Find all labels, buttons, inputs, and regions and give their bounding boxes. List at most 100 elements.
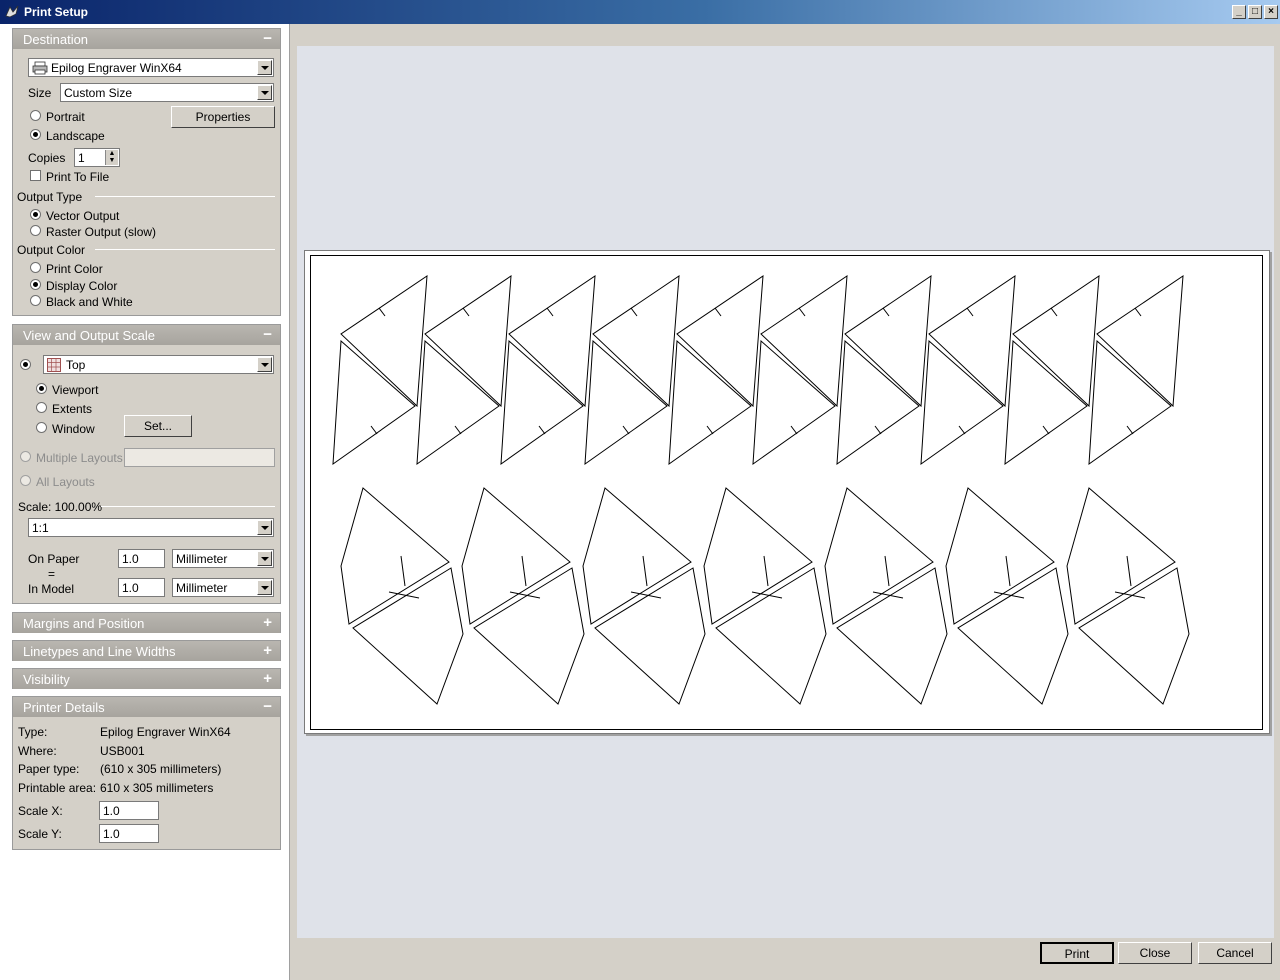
close-button[interactable]: Close	[1118, 942, 1192, 964]
display-color-label: Display Color	[46, 279, 118, 293]
print-color-radio[interactable]	[30, 262, 41, 273]
printer-value: Epilog Engraver WinX64	[51, 61, 182, 75]
spin-arrows-icon[interactable]: ▲ ▼	[105, 150, 118, 165]
all-layouts-radio[interactable]	[20, 475, 31, 486]
triangle-piece	[500, 339, 584, 466]
window-radio[interactable]	[36, 422, 47, 433]
on-paper-input[interactable]: 1.0	[118, 549, 165, 568]
collapse-icon[interactable]: −	[263, 30, 272, 47]
slot-mark	[1134, 307, 1142, 317]
multiple-layouts-label: Multiple Layouts	[36, 451, 123, 465]
destination-header[interactable]: Destination −	[13, 29, 280, 49]
on-paper-unit-select[interactable]: Millimeter	[172, 549, 274, 568]
slot-mark	[1050, 307, 1058, 317]
minimize-button[interactable]: _	[1232, 5, 1246, 19]
black-white-radio[interactable]	[30, 295, 41, 306]
margins-header[interactable]: Margins and Position +	[13, 613, 280, 633]
collapse-icon[interactable]: −	[263, 698, 272, 715]
cancel-button[interactable]: Cancel	[1198, 942, 1272, 964]
printer-details-header-label: Printer Details	[23, 700, 105, 715]
title-bar[interactable]: Print Setup _ □ ×	[0, 0, 1280, 24]
triangle-piece	[844, 275, 932, 408]
layouts-field[interactable]	[124, 448, 275, 467]
raster-output-radio[interactable]	[30, 225, 41, 236]
where-label: Where:	[18, 744, 57, 758]
view-select[interactable]: Top	[43, 355, 274, 374]
triangle-piece	[592, 275, 680, 408]
margins-header-label: Margins and Position	[23, 616, 145, 631]
in-model-input[interactable]: 1.0	[118, 578, 165, 597]
slot-mark	[370, 425, 378, 435]
properties-button[interactable]: Properties	[171, 106, 275, 128]
expand-icon[interactable]: +	[263, 642, 272, 659]
triangle-piece	[424, 275, 512, 408]
paper-type-value: (610 x 305 millimeters)	[100, 762, 222, 776]
close-window-button[interactable]: ×	[1264, 5, 1278, 19]
triangle-piece	[703, 487, 813, 625]
printer-select[interactable]: Epilog Engraver WinX64	[28, 58, 274, 77]
slot-mark	[378, 307, 386, 317]
triangle-piece	[340, 487, 450, 625]
in-model-value: 1.0	[122, 581, 139, 595]
visibility-section[interactable]: Visibility +	[12, 668, 281, 689]
print-button[interactable]: Print	[1040, 942, 1114, 964]
chevron-down-icon[interactable]	[257, 551, 272, 566]
triangle-piece	[1078, 567, 1190, 705]
slot-mark	[763, 555, 769, 587]
expand-icon[interactable]: +	[263, 670, 272, 687]
slot-mark	[884, 555, 890, 587]
linetypes-section[interactable]: Linetypes and Line Widths +	[12, 640, 281, 661]
preview-drawing	[332, 275, 1190, 705]
preview-paper	[304, 250, 1270, 734]
visibility-header[interactable]: Visibility +	[13, 669, 280, 689]
triangle-piece	[352, 567, 464, 705]
slot-mark	[714, 307, 722, 317]
scale-y-input[interactable]: 1.0	[99, 824, 159, 843]
maximize-button[interactable]: □	[1248, 5, 1262, 19]
expand-icon[interactable]: +	[263, 614, 272, 631]
triangle-piece	[461, 487, 571, 625]
divider	[95, 196, 275, 197]
size-select[interactable]: Custom Size	[60, 83, 274, 102]
triangle-piece	[1066, 487, 1176, 625]
triangle-piece	[928, 275, 1016, 408]
copies-value: 1	[78, 151, 85, 165]
chevron-down-icon[interactable]	[257, 60, 272, 75]
extents-radio[interactable]	[36, 402, 47, 413]
slot-mark	[966, 307, 974, 317]
scale-x-input[interactable]: 1.0	[99, 801, 159, 820]
print-to-file-checkbox[interactable]	[30, 170, 41, 181]
chevron-down-icon[interactable]	[257, 580, 272, 595]
set-window-button[interactable]: Set...	[124, 415, 192, 437]
multiple-layouts-radio[interactable]	[20, 451, 31, 462]
portrait-radio[interactable]	[30, 110, 41, 121]
type-value: Epilog Engraver WinX64	[100, 725, 231, 739]
chevron-down-icon[interactable]	[257, 357, 272, 372]
collapse-icon[interactable]: −	[263, 326, 272, 343]
slot-mark	[642, 555, 648, 587]
scale-x-label: Scale X:	[18, 804, 63, 818]
slot-mark	[1126, 425, 1134, 435]
window-title: Print Setup	[24, 5, 89, 19]
linetypes-header[interactable]: Linetypes and Line Widths +	[13, 641, 280, 661]
display-color-radio[interactable]	[30, 279, 41, 290]
scale-ratio-select[interactable]: 1:1	[28, 518, 274, 537]
viewport-radio[interactable]	[36, 383, 47, 394]
portrait-label: Portrait	[46, 110, 85, 124]
chevron-down-icon[interactable]	[257, 520, 272, 535]
view-radio[interactable]	[20, 359, 31, 370]
triangle-piece	[1096, 275, 1184, 408]
on-paper-unit-value: Millimeter	[176, 552, 228, 566]
printer-details-header[interactable]: Printer Details −	[13, 697, 280, 717]
chevron-down-icon[interactable]	[257, 85, 272, 100]
margins-section[interactable]: Margins and Position +	[12, 612, 281, 633]
view-scale-header[interactable]: View and Output Scale −	[13, 325, 280, 345]
in-model-unit-select[interactable]: Millimeter	[172, 578, 274, 597]
copies-stepper[interactable]: 1 ▲ ▼	[74, 148, 120, 167]
vector-output-radio[interactable]	[30, 209, 41, 220]
slot-mark	[622, 425, 630, 435]
landscape-radio[interactable]	[30, 129, 41, 140]
size-value: Custom Size	[64, 86, 133, 100]
copies-label: Copies	[28, 151, 66, 165]
triangle-piece	[594, 567, 706, 705]
